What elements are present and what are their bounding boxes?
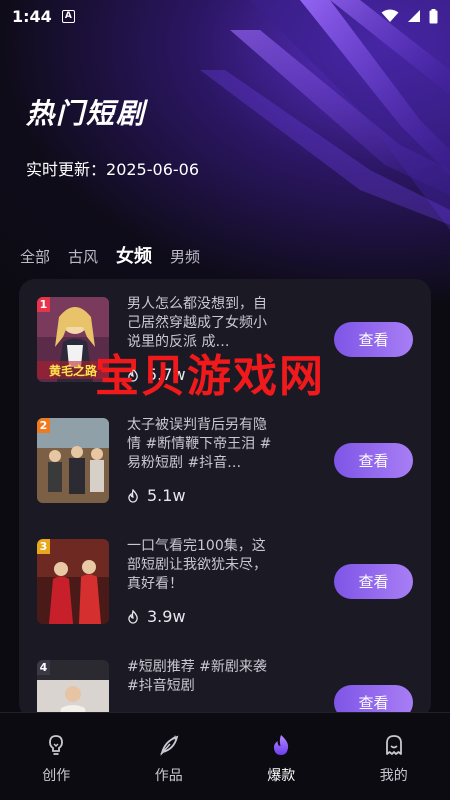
view-count-value: 5.1w — [147, 486, 186, 505]
view-button[interactable]: 查看 — [334, 322, 413, 357]
category-tabs: 全部 古风 女频 男频 — [20, 242, 200, 268]
tab-all[interactable]: 全部 — [20, 246, 50, 267]
update-date: 2025-06-06 — [106, 160, 199, 179]
rank-badge: 2 — [37, 418, 50, 433]
thumbnail-caption: 黄毛之路 — [49, 363, 98, 378]
status-time: 1:44 — [12, 6, 52, 26]
tab-mine[interactable]: 我的 — [338, 713, 450, 800]
view-count: 3.9w — [127, 607, 186, 626]
status-bar: 1:44 A — [0, 0, 450, 32]
page-title: 热门短剧 — [26, 97, 147, 130]
flame-icon — [128, 488, 138, 503]
bulb-icon — [49, 735, 64, 755]
view-button[interactable]: 查看 — [334, 564, 413, 599]
tab-create-label: 创作 — [42, 768, 71, 784]
list-item[interactable]: 4 #短剧推荐 #新剧来袭 #抖音短剧 查看 — [19, 642, 431, 719]
tab-female[interactable]: 女频 — [116, 242, 152, 268]
view-button[interactable]: 查看 — [334, 443, 413, 478]
tab-mine-label: 我的 — [379, 768, 408, 784]
feather-icon — [160, 735, 179, 756]
tab-hot-label: 爆款 — [267, 768, 296, 784]
flame-icon — [128, 609, 138, 624]
flame-icon — [274, 735, 289, 755]
list-item[interactable]: 3 一口气看完100集，这部短剧让我欲犹未尽，真好看！ 3.9w 查看 — [19, 521, 431, 641]
drama-description: 一口气看完100集，这部短剧让我欲犹未尽，真好看！ — [127, 538, 267, 592]
view-count-value: 3.9w — [147, 607, 186, 626]
tab-ancient[interactable]: 古风 — [68, 246, 98, 267]
tab-works[interactable]: 作品 — [113, 713, 226, 800]
drama-thumbnail[interactable]: 3 — [37, 539, 109, 624]
wifi-icon — [381, 9, 399, 22]
watermark-text: 宝贝游戏网 — [95, 351, 325, 402]
update-label: 实时更新： — [26, 160, 107, 179]
tab-hot[interactable]: 爆款 — [225, 713, 338, 800]
update-info: 实时更新：2025-06-06 — [26, 156, 199, 180]
ghost-icon — [385, 735, 402, 755]
battery-icon — [429, 8, 438, 23]
rank-badge: 4 — [37, 660, 50, 675]
notification-a-icon: A — [61, 9, 75, 23]
tab-create[interactable]: 创作 — [0, 713, 113, 800]
rank-badge: 3 — [37, 539, 50, 554]
drama-description: #短剧推荐 #新剧来袭 #抖音短剧 — [127, 659, 267, 694]
tab-male[interactable]: 男频 — [170, 246, 200, 267]
signal-icon — [408, 10, 420, 22]
list-item[interactable]: 2 太子被误判背后另有隐情 #断情鞭下帝王泪 #易粉短剧 #抖音… 5.1w 查… — [19, 400, 431, 520]
drama-thumbnail[interactable]: 4 — [37, 660, 109, 719]
view-count: 5.1w — [127, 486, 186, 505]
drama-description: 太子被误判背后另有隐情 #断情鞭下帝王泪 #易粉短剧 #抖音… — [127, 417, 272, 471]
rank-badge: 1 — [37, 297, 50, 312]
drama-thumbnail[interactable]: 2 — [37, 418, 109, 503]
bottom-tab-bar: 创作 作品 爆款 我的 — [0, 712, 450, 800]
tab-works-label: 作品 — [154, 768, 183, 784]
